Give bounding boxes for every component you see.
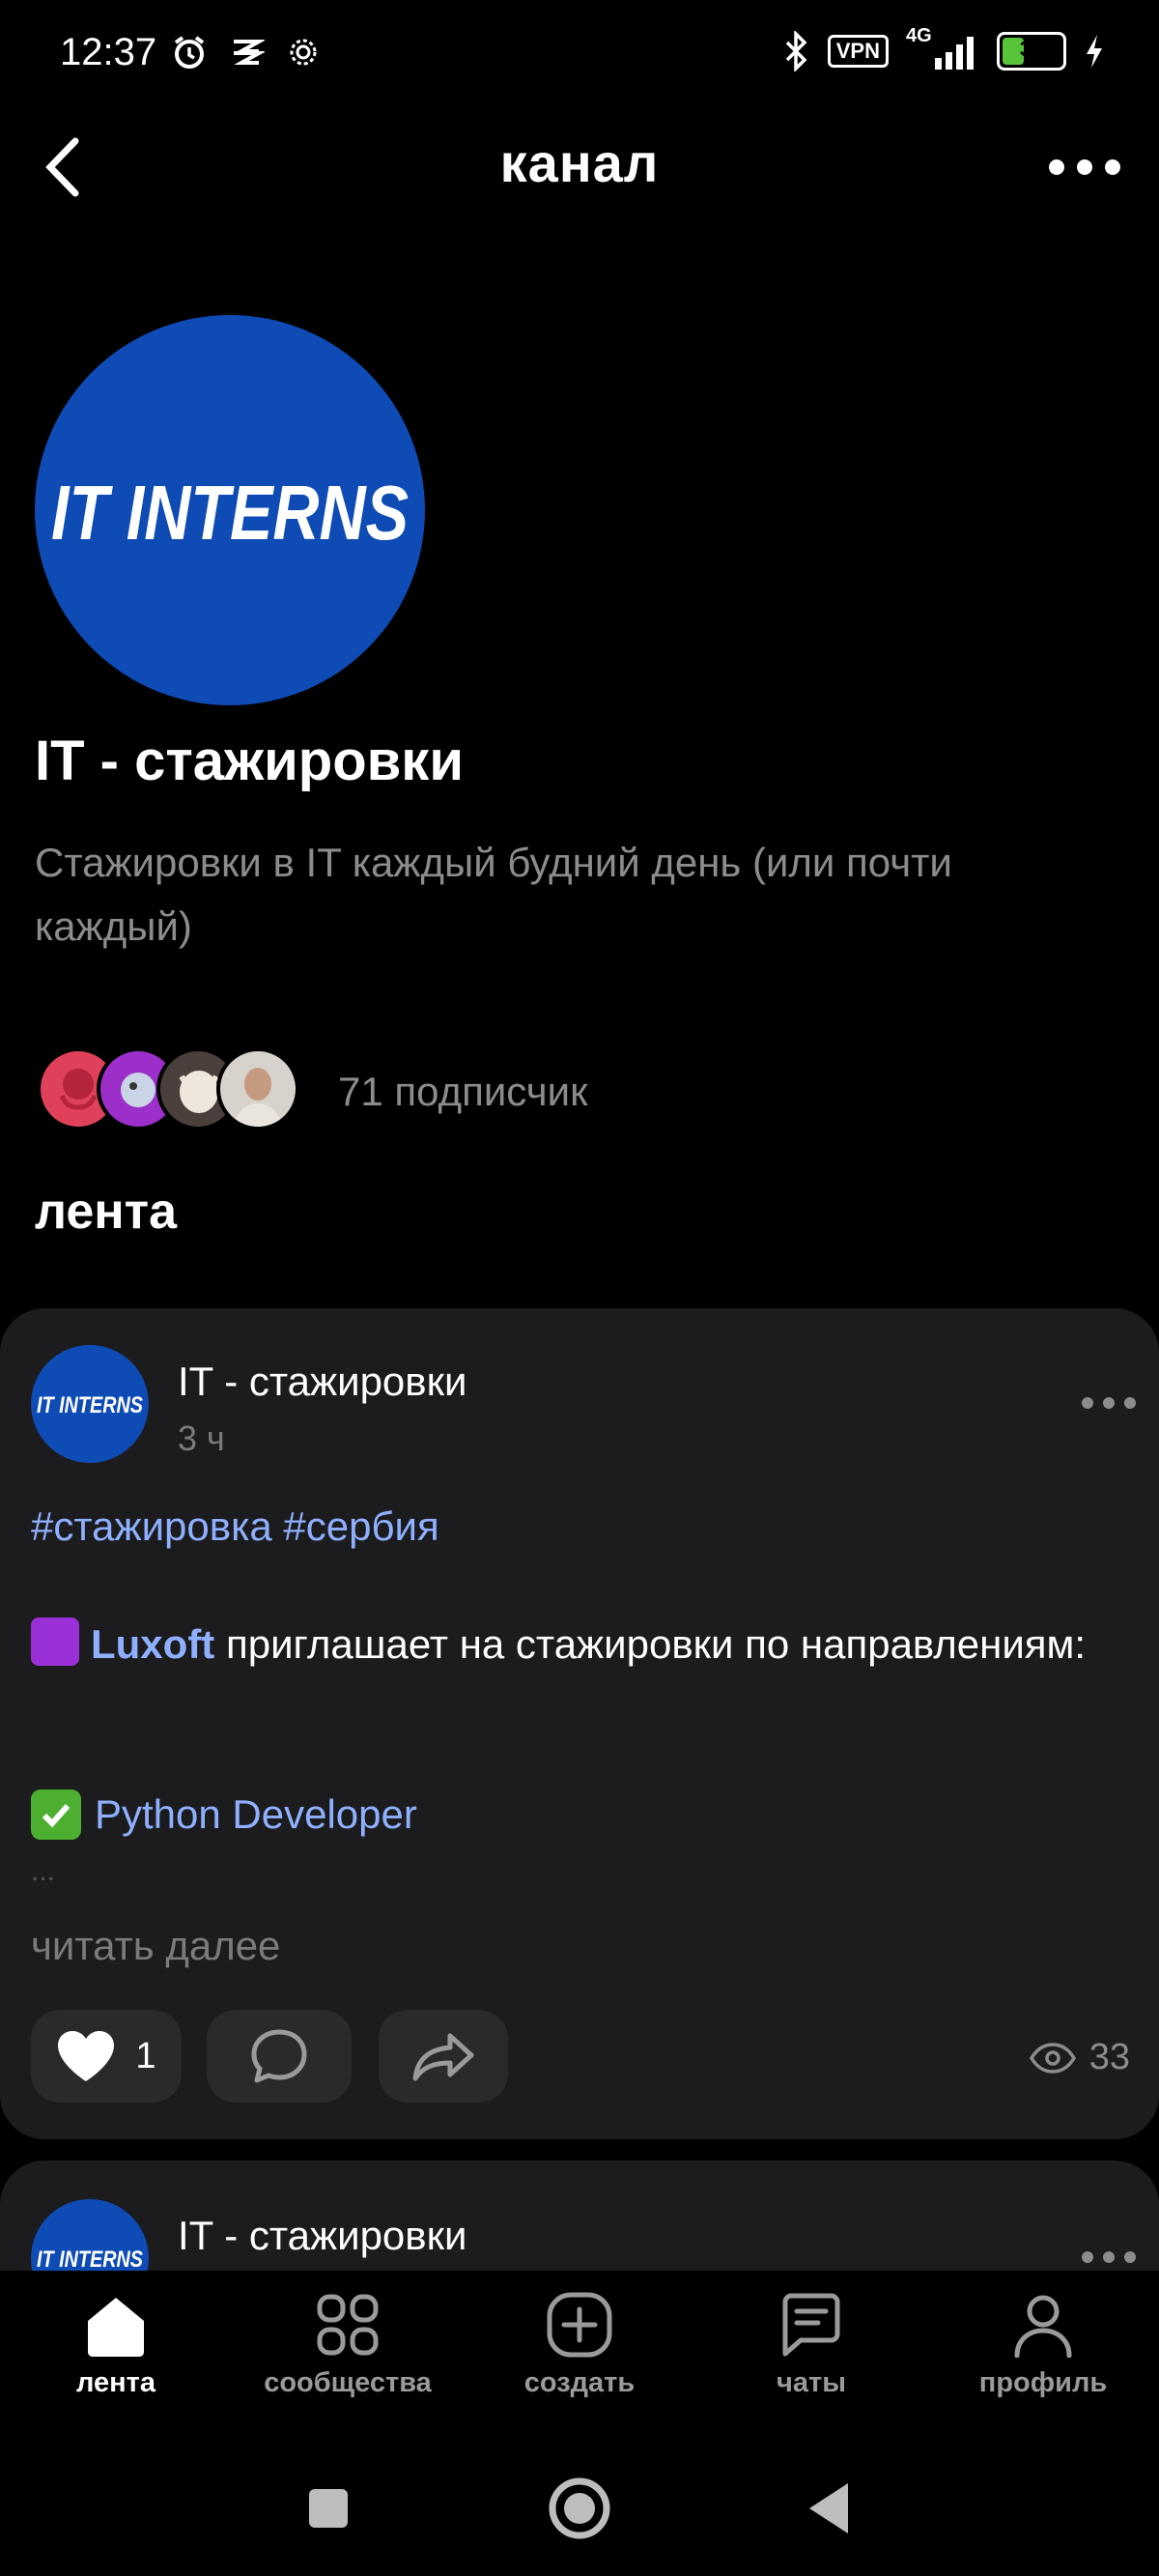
channel-logo-text: IT INTERNS [51,470,409,556]
battery-indicator: 35 [997,32,1066,71]
charging-icon [1087,35,1102,68]
eye-icon [1029,2042,1076,2074]
more-menu-icon[interactable] [1041,143,1128,191]
post-text-body: приглашает на стажировки по направлениям… [214,1621,1087,1667]
grid-icon [317,2294,379,2356]
post-text: Luxoft приглашает на стажировки по напра… [31,1614,1122,1675]
battery-level: 35 [1019,37,1044,61]
subscriber-avatars[interactable] [37,1047,307,1131]
share-button[interactable] [379,2010,508,2103]
channel-description: Стажировки в IT каждый будний день (или … [35,840,952,949]
post-role-line: Python Developer [31,1789,417,1840]
profile-icon [1014,2295,1072,2358]
settings-gear-icon [290,39,317,66]
post-avatar-text: IT INTERNS [37,2247,143,2273]
tab-label: чаты [777,2367,846,2398]
alarm-icon [174,36,205,69]
post-time: 3 ч [178,1418,225,1458]
post-more-icon[interactable] [1080,1395,1138,1411]
purple-square-emoji-icon [31,1617,79,1666]
channel-name: IT - стажировки [35,730,464,792]
avatar [216,1047,299,1131]
views-count: 33 [1088,2037,1130,2077]
status-time: 12:37 [60,31,157,73]
bluetooth-icon [785,31,807,72]
plus-square-icon [547,2292,612,2358]
signal-icon: 4G [906,25,979,72]
page-title: канал [499,132,660,193]
subscriber-count[interactable]: 71 подписчик [338,1069,588,1115]
chat-icon [782,2293,840,2357]
tab-label: сообщества [264,2367,432,2398]
comment-icon [251,2029,307,2083]
tab-profile[interactable]: профиль [927,2292,1159,2399]
post-avatar-text: IT INTERNS [37,1392,143,1418]
app-notification-icon [234,40,265,65]
read-more-link[interactable]: читать далее [31,1923,280,1969]
like-button[interactable]: 1 [31,2010,182,2103]
recent-apps-icon[interactable] [290,2470,367,2547]
home-icon [88,2298,144,2357]
tab-communities[interactable]: сообщества [232,2292,464,2399]
check-mark-emoji-icon [31,1789,81,1840]
views-counter: 33 [1029,2037,1130,2078]
post-brand: Luxoft [91,1621,215,1667]
post-hashtags[interactable]: #стажировка #сербия [31,1503,439,1550]
status-right-icons: VPN 4G 35 [783,25,1105,72]
feed-heading: лента [35,1184,178,1240]
share-icon [412,2033,474,2081]
channel-logo: IT INTERNS [35,315,425,705]
status-left-icons [170,33,323,72]
heart-icon [58,2031,115,2081]
tab-feed[interactable]: лента [0,2292,232,2399]
post-author-avatar[interactable]: IT INTERNS [31,1345,149,1463]
tab-create[interactable]: создать [464,2292,695,2399]
post-author-name[interactable]: IT - стажировки [178,1359,466,1405]
system-navigation-bar [0,2435,1159,2576]
tab-label: создать [523,2367,636,2398]
like-count: 1 [135,2035,156,2076]
post-author-name[interactable]: IT - стажировки [178,2213,466,2259]
vpn-badge: VPN [827,35,889,68]
tab-chats[interactable]: чаты [695,2292,927,2399]
back-nav-icon[interactable] [792,2470,869,2547]
post-role: Python Developer [95,1791,417,1837]
comment-button[interactable] [207,2010,352,2103]
tab-label: лента [75,2367,155,2398]
post-more-icon[interactable] [1080,2249,1138,2265]
home-nav-icon[interactable] [541,2470,618,2547]
bottom-tab-bar: лента сообщества создать чаты профиль [0,2271,1159,2435]
post-ellipsis: ... [31,1855,56,1887]
tab-label: профиль [978,2367,1108,2398]
post-card [0,1308,1159,2139]
